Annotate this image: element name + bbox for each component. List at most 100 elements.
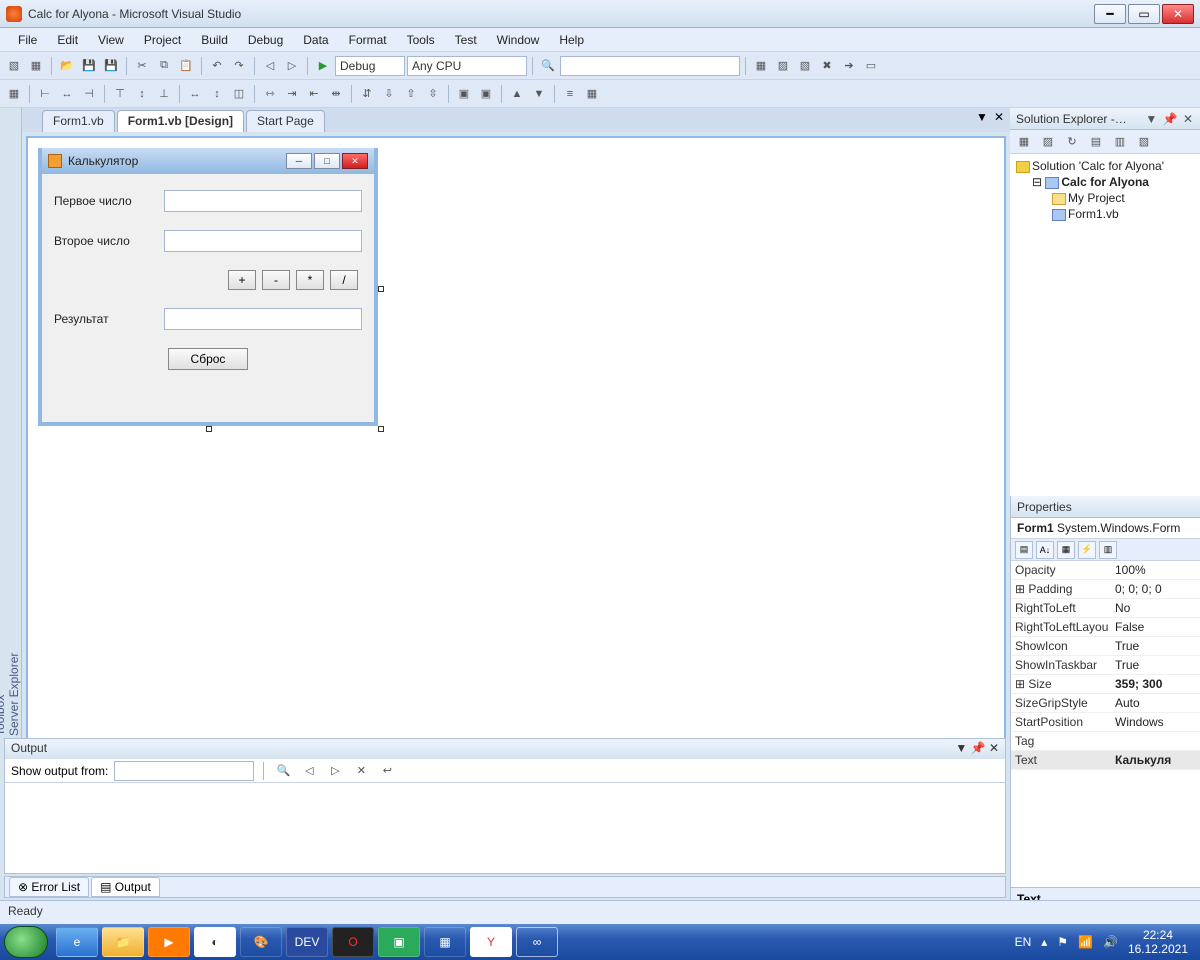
open-icon[interactable]: 📂 — [57, 56, 77, 76]
property-row[interactable]: ⊞ Size359; 300 — [1011, 675, 1200, 694]
view-code-icon[interactable]: ▤ — [1086, 132, 1106, 152]
property-row[interactable]: Tag — [1011, 732, 1200, 751]
tree-item-myproject[interactable]: My Project — [1068, 191, 1125, 205]
taskbar-clock[interactable]: 22:24 16.12.2021 — [1128, 928, 1188, 956]
taskbar-paint-icon[interactable]: 🎨 — [240, 927, 282, 957]
menu-window[interactable]: Window — [487, 30, 550, 50]
close-button[interactable]: ✕ — [1162, 4, 1194, 24]
menu-view[interactable]: View — [88, 30, 134, 50]
out-prev-icon[interactable]: ◁ — [299, 761, 319, 781]
undo-icon[interactable]: ↶ — [207, 56, 227, 76]
output-source-dropdown[interactable] — [114, 761, 254, 781]
cut-icon[interactable]: ✂ — [132, 56, 152, 76]
menu-help[interactable]: Help — [549, 30, 594, 50]
tray-volume-icon[interactable]: 🔊 — [1103, 935, 1118, 949]
paste-icon[interactable]: 📋 — [176, 56, 196, 76]
view-designer-icon[interactable]: ▥ — [1110, 132, 1130, 152]
tool-icon-2[interactable]: ▨ — [773, 56, 793, 76]
resize-handle[interactable] — [378, 426, 384, 432]
server-explorer-tab[interactable]: Server Explorer — [7, 116, 21, 736]
tray-network-icon[interactable]: 📶 — [1078, 935, 1093, 949]
nav-back-icon[interactable]: ◁ — [260, 56, 280, 76]
taskbar-camtasia-icon[interactable]: ▣ — [378, 927, 420, 957]
merge-icon[interactable]: ▦ — [582, 84, 602, 104]
property-row[interactable]: StartPositionWindows — [1011, 713, 1200, 732]
tool-icon-4[interactable]: ✖ — [817, 56, 837, 76]
same-size-icon[interactable]: ◫ — [229, 84, 249, 104]
property-row[interactable]: ⊞ Padding0; 0; 0; 0 — [1011, 580, 1200, 599]
project-node[interactable]: Calc for Alyona — [1061, 175, 1149, 189]
sort-icon[interactable]: A↓ — [1036, 541, 1054, 559]
tab-close-icon[interactable]: ✕ — [994, 110, 1004, 124]
taskbar-ie-icon[interactable]: e — [56, 927, 98, 957]
vspace-dec-icon[interactable]: ⇧ — [401, 84, 421, 104]
save-all-icon[interactable]: 💾 — [101, 56, 121, 76]
properties-selected[interactable]: Form1 System.Windows.Form — [1011, 518, 1200, 539]
panel-dropdown-icon[interactable]: ▼ — [1145, 112, 1158, 126]
taskbar-player-icon[interactable]: ▶ — [148, 927, 190, 957]
hspace-dec-icon[interactable]: ⇤ — [304, 84, 324, 104]
reset-button[interactable]: Сброс — [168, 348, 248, 370]
resize-handle[interactable] — [378, 286, 384, 292]
show-all-icon[interactable]: ▨ — [1038, 132, 1058, 152]
view-class-icon[interactable]: ▧ — [1134, 132, 1154, 152]
menu-test[interactable]: Test — [445, 30, 487, 50]
property-row[interactable]: TextКалькуля — [1011, 751, 1200, 770]
copy-icon[interactable]: ⧉ — [154, 56, 174, 76]
hspace-equal-icon[interactable]: ⇿ — [260, 84, 280, 104]
property-row[interactable]: Opacity100% — [1011, 561, 1200, 580]
find-icon[interactable]: 🔍 — [538, 56, 558, 76]
doc-tab[interactable]: Form1.vb [Design] — [117, 110, 244, 132]
prop-page-icon[interactable]: ▥ — [1099, 541, 1117, 559]
nav-fwd-icon[interactable]: ▷ — [282, 56, 302, 76]
find-dropdown[interactable] — [560, 56, 740, 76]
new-project-icon[interactable]: ▧ — [4, 56, 24, 76]
panel-close-icon[interactable]: ✕ — [989, 741, 999, 755]
property-row[interactable]: RightToLeftNo — [1011, 599, 1200, 618]
taskbar-yandex-icon[interactable]: Y — [470, 927, 512, 957]
taskbar-opera-icon[interactable]: O — [332, 927, 374, 957]
align-middle-icon[interactable]: ↕ — [132, 84, 152, 104]
properties-icon[interactable]: ▦ — [1014, 132, 1034, 152]
send-back-icon[interactable]: ▼ — [529, 84, 549, 104]
tab-error-list[interactable]: ⊗ Error List — [9, 877, 89, 897]
taskbar-explorer-icon[interactable]: 📁 — [102, 927, 144, 957]
align-left-icon[interactable]: ⊢ — [35, 84, 55, 104]
panel-pin-icon[interactable]: 📌 — [971, 741, 986, 755]
property-row[interactable]: SizeGripStyleAuto — [1011, 694, 1200, 713]
same-height-icon[interactable]: ↕ — [207, 84, 227, 104]
taskbar-chrome-icon[interactable]: ◐ — [194, 927, 236, 957]
menu-debug[interactable]: Debug — [238, 30, 293, 50]
panel-dropdown-icon[interactable]: ▼ — [955, 741, 967, 755]
refresh-icon[interactable]: ↻ — [1062, 132, 1082, 152]
tool-icon-5[interactable]: ➔ — [839, 56, 859, 76]
panel-pin-icon[interactable]: 📌 — [1163, 112, 1179, 126]
op-button[interactable]: / — [330, 270, 358, 290]
menu-file[interactable]: File — [8, 30, 47, 50]
taskbar-vs-icon[interactable]: ∞ — [516, 927, 558, 957]
textbox-result[interactable] — [164, 308, 362, 330]
align-grid-icon[interactable]: ▦ — [4, 84, 24, 104]
vspace-inc-icon[interactable]: ⇩ — [379, 84, 399, 104]
redo-icon[interactable]: ↷ — [229, 56, 249, 76]
doc-tab[interactable]: Start Page — [246, 110, 325, 132]
out-next-icon[interactable]: ▷ — [325, 761, 345, 781]
tab-order-icon[interactable]: ≡ — [560, 84, 580, 104]
tray-flag-icon[interactable]: ⚑ — [1057, 935, 1068, 949]
minimize-button[interactable]: ━ — [1094, 4, 1126, 24]
op-button[interactable]: - — [262, 270, 290, 290]
properties-grid[interactable]: Opacity100%⊞ Padding0; 0; 0; 0 RightToLe… — [1011, 561, 1200, 887]
op-button[interactable]: * — [296, 270, 324, 290]
panel-close-icon[interactable]: ✕ — [1183, 112, 1194, 126]
hspace-inc-icon[interactable]: ⇥ — [282, 84, 302, 104]
add-item-icon[interactable]: ▦ — [26, 56, 46, 76]
design-surface[interactable]: Калькулятор ─ □ ✕ Первое число Второе чи… — [26, 136, 1006, 740]
vspace-remove-icon[interactable]: ⇳ — [423, 84, 443, 104]
out-wrap-icon[interactable]: ↩ — [377, 761, 397, 781]
tray-chevron-icon[interactable]: ▴ — [1041, 935, 1047, 949]
tool-icon-1[interactable]: ▦ — [751, 56, 771, 76]
platform-dropdown[interactable]: Any CPU — [407, 56, 527, 76]
center-h-icon[interactable]: ▣ — [454, 84, 474, 104]
menu-project[interactable]: Project — [134, 30, 191, 50]
op-button[interactable]: + — [228, 270, 256, 290]
